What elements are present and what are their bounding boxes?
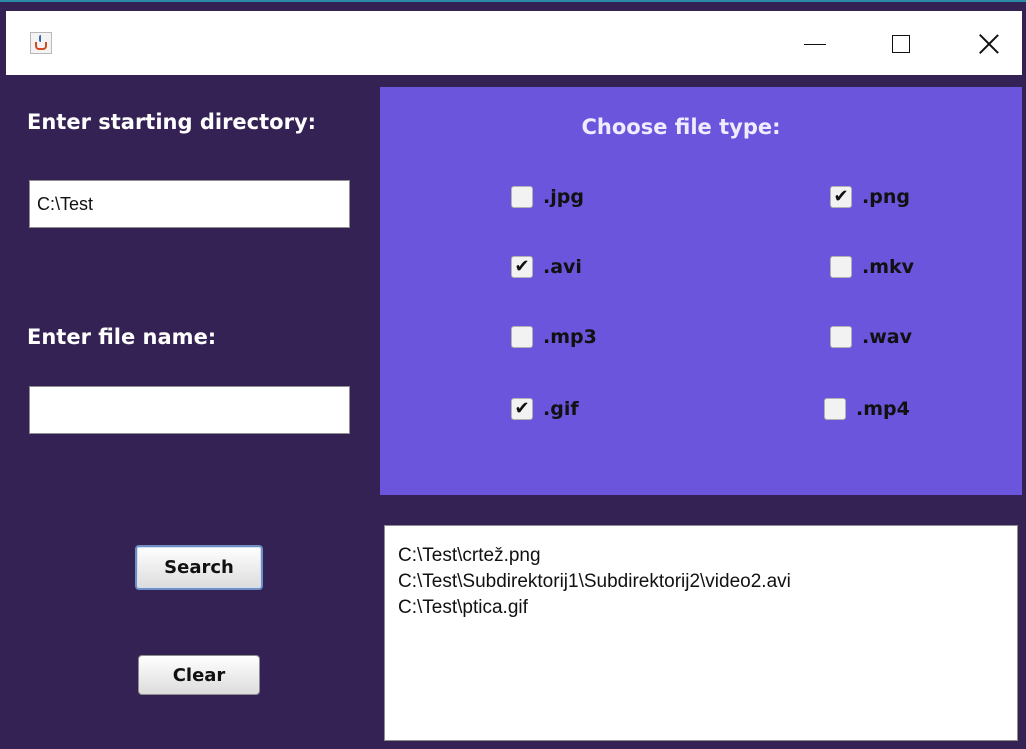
checkbox-box[interactable]: ✔ [511,398,533,420]
result-line: C:\Test\ptica.gif [398,597,528,618]
checkbox-box[interactable] [830,326,852,348]
checkbox-box[interactable] [511,326,533,348]
checkbox-box[interactable] [830,256,852,278]
app-window: Enter starting directory: Enter file nam… [0,0,1026,749]
checkbox-wav[interactable]: .wav [830,324,912,350]
checkbox-label: .mkv [862,256,915,278]
checkbox-mkv[interactable]: .mkv [830,254,914,280]
minimize-button[interactable] [792,27,838,61]
file-type-panel: Choose file type: .jpg ✔ .png ✔ .avi .mk… [380,87,1022,495]
checkbox-label: .mp3 [543,326,597,348]
filename-input[interactable] [29,386,350,434]
clear-button[interactable]: Clear [138,655,260,695]
checkbox-label: .png [862,186,910,208]
checkbox-label: .mp4 [856,398,910,420]
checkbox-label: .wav [862,326,912,348]
checkbox-mp3[interactable]: .mp3 [511,324,597,350]
file-type-title: Choose file type: [581,115,781,139]
checkbox-label: .gif [543,398,579,420]
checkbox-box[interactable] [824,398,846,420]
maximize-button[interactable] [878,27,924,61]
checkbox-box[interactable] [511,186,533,208]
checkbox-jpg[interactable]: .jpg [511,184,584,210]
maximize-icon [892,35,910,53]
directory-input[interactable] [29,180,350,228]
search-button[interactable]: Search [135,545,263,590]
checkbox-mp4[interactable]: .mp4 [824,396,910,422]
checkbox-png[interactable]: ✔ .png [830,184,910,210]
results-list[interactable]: C:\Test\crtež.png C:\Test\Subdirektorij1… [384,525,1018,741]
title-bar [6,11,1022,75]
checkbox-box[interactable]: ✔ [830,186,852,208]
checkbox-label: .jpg [543,186,584,208]
checkbox-avi[interactable]: ✔ .avi [511,254,582,280]
checkbox-box[interactable]: ✔ [511,256,533,278]
checkbox-gif[interactable]: ✔ .gif [511,396,579,422]
close-button[interactable] [966,27,1012,61]
directory-label: Enter starting directory: [27,110,317,134]
checkbox-label: .avi [543,256,582,278]
minimize-icon [804,43,826,45]
filename-label: Enter file name: [27,325,217,349]
result-line: C:\Test\crtež.png [398,545,541,566]
java-cup-icon[interactable] [30,32,52,54]
close-icon [978,33,1000,55]
result-line: C:\Test\Subdirektorij1\Subdirektorij2\vi… [398,571,791,592]
